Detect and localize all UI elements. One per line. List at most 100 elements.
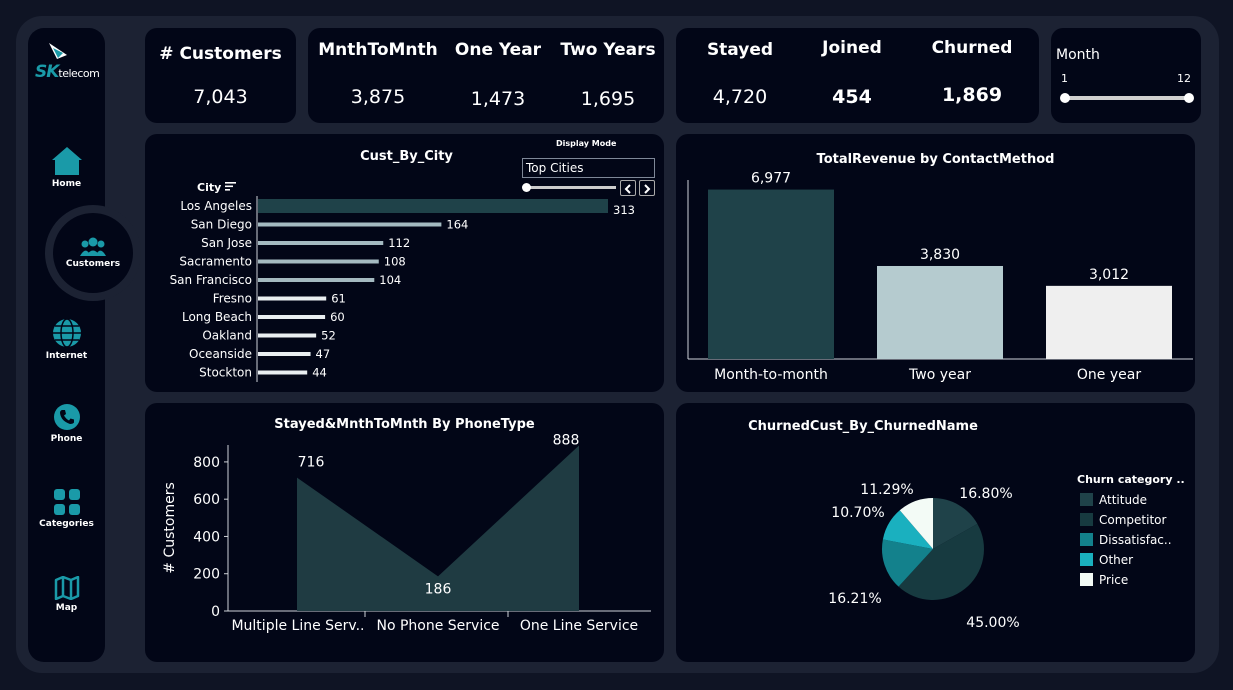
- phone-icon: [53, 404, 80, 430]
- month-slider-handle-max[interactable]: [1184, 93, 1194, 103]
- home-icon: [51, 147, 82, 175]
- nav-internet[interactable]: Internet: [28, 318, 105, 361]
- city-value-label: 313: [613, 203, 635, 217]
- kpi-m2m-value: 3,875: [350, 86, 406, 108]
- city-value-label: 108: [384, 255, 406, 269]
- city-bar: [258, 296, 327, 301]
- kpi-joined-value: 454: [832, 86, 872, 108]
- city-bar: [258, 315, 326, 319]
- city-bar: [258, 259, 379, 264]
- revenue-category-label: Two year: [908, 367, 971, 383]
- revenue-category-label: One year: [1077, 367, 1141, 383]
- nav-phone-label: Phone: [50, 434, 83, 444]
- churn-pie-chart: 16.80% 45.00% 16.21% 10.70% 11.29% Attitude Co…: [828, 482, 1172, 631]
- city-label: Oakland: [202, 329, 252, 343]
- globe-icon: [52, 318, 81, 348]
- nav-home-label: Home: [51, 179, 82, 189]
- city-bar: [258, 278, 375, 282]
- nav-categories-label: Categories: [39, 519, 94, 529]
- legend-label: Competitor: [1099, 513, 1166, 527]
- logo-main: SK: [35, 62, 59, 82]
- kpi-two-years-value: 1,695: [580, 88, 636, 110]
- city-value-label: 44: [312, 366, 327, 380]
- month-slider-track[interactable]: [1064, 96, 1189, 100]
- city-bar: [258, 199, 608, 213]
- month-filter-max: 12: [1177, 72, 1191, 85]
- revenue-chart-card: TotalRevenue by ContactMethod 6,977 Month…: [676, 134, 1195, 392]
- area-y-axis-title: # Customers: [162, 482, 178, 573]
- kpi-customers-value: 7,043: [193, 86, 248, 108]
- legend-label: Price: [1099, 573, 1128, 587]
- city-value-label: 47: [316, 347, 331, 361]
- area-value-label: 716: [298, 455, 325, 471]
- city-label: San Francisco: [170, 273, 252, 287]
- month-filter-min: 1: [1061, 72, 1068, 85]
- legend-swatch: [1080, 533, 1093, 546]
- kpi-one-year-value: 1,473: [470, 88, 526, 110]
- city-value-label: 60: [330, 310, 345, 324]
- city-label: Los Angeles: [180, 199, 252, 213]
- month-slider-handle-min[interactable]: [1060, 93, 1070, 103]
- city-label: Stockton: [199, 366, 252, 380]
- grid-icon: [53, 489, 80, 515]
- kpi-contract-card: MnthToMnth 3,875 One Year 1,473 Two Year…: [308, 28, 664, 123]
- nav-customers-label: Customers: [65, 259, 121, 269]
- area-ytick-label: 800: [193, 455, 220, 471]
- area-ytick-label: 400: [193, 529, 220, 545]
- kpi-customers-label: # Customers: [159, 44, 282, 64]
- city-label: San Diego: [191, 218, 252, 232]
- city-value-label: 164: [446, 218, 468, 232]
- city-bar-chart: Los Angeles 313 San Diego 164 San Jose 112 Sac…: [170, 196, 635, 382]
- revenue-category-label: Month-to-month: [714, 367, 828, 383]
- pie-value-label: 16.21%: [828, 591, 881, 607]
- kpi-status-card: Stayed 4,720 Joined 454 Churned 1,869: [676, 28, 1039, 123]
- kpi-stayed-label: Stayed: [706, 40, 774, 60]
- revenue-bar: [708, 189, 834, 359]
- city-value-label: 104: [379, 273, 401, 287]
- pie-value-label: 16.80%: [959, 486, 1012, 502]
- city-label: Long Beach: [182, 310, 252, 324]
- revenue-bar: [1046, 285, 1172, 359]
- kpi-churned-value: 1,869: [941, 84, 1003, 106]
- city-bar: [258, 333, 317, 338]
- nav-map-label: Map: [55, 603, 78, 613]
- nav-map[interactable]: Map: [28, 576, 105, 613]
- nav-customers[interactable]: Customers: [53, 213, 133, 293]
- nav-categories[interactable]: Categories: [28, 488, 105, 529]
- pie-value-label: 45.00%: [966, 615, 1019, 631]
- city-chart-card: Cust_By_City Display Mode Top Cities Cit…: [145, 134, 664, 392]
- pie-value-label: 10.70%: [831, 505, 884, 521]
- pie-value-label: 11.29%: [860, 482, 913, 498]
- kpi-churned-label: Churned: [931, 38, 1013, 58]
- nav-home[interactable]: Home: [28, 146, 105, 189]
- revenue-bar: [877, 265, 1003, 359]
- city-bar: [258, 370, 308, 375]
- city-value-label: 52: [321, 329, 336, 343]
- area-value-label: 888: [553, 433, 580, 449]
- revenue-value-label: 3,012: [1089, 267, 1129, 283]
- city-bar: [258, 222, 442, 227]
- brand-logo: SKtelecom: [33, 40, 105, 90]
- phone-area-chart: 0 200 400 600 800 # Customers 716 186 888 Multipl…: [162, 433, 651, 634]
- city-label: Fresno: [213, 292, 252, 306]
- city-label: Sacramento: [179, 255, 252, 269]
- legend-label: Dissatisfac..: [1099, 533, 1172, 547]
- legend-swatch: [1080, 513, 1093, 526]
- phone-chart-card: Stayed&MnthToMnth By PhoneType 0 200 400 60…: [145, 403, 664, 662]
- month-filter-card: Month 1 12: [1051, 28, 1201, 123]
- city-bar: [258, 352, 311, 356]
- churn-chart-card: ChurnedCust_By_ChurnedName Churn categor…: [676, 403, 1195, 662]
- kpi-customers-card: # Customers 7,043: [145, 28, 296, 123]
- kpi-m2m-label: MnthToMnth: [318, 40, 438, 60]
- area-category-label: Multiple Line Serv..: [231, 618, 364, 634]
- users-icon: [80, 237, 106, 256]
- legend-swatch: [1080, 493, 1093, 506]
- city-value-label: 112: [388, 236, 410, 250]
- nav-phone[interactable]: Phone: [28, 403, 105, 444]
- area-value-label: 186: [425, 581, 452, 597]
- month-filter-label: Month: [1056, 47, 1100, 63]
- city-value-label: 61: [331, 292, 346, 306]
- area-ytick-label: 0: [211, 604, 220, 620]
- city-label: San Jose: [201, 236, 252, 250]
- legend-swatch: [1080, 553, 1093, 566]
